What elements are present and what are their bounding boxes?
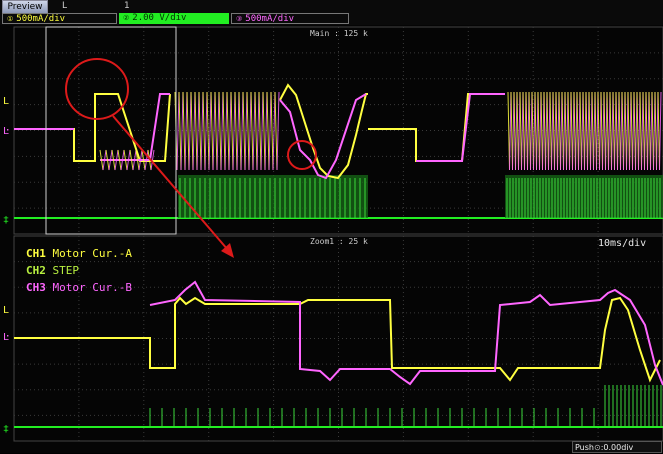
legend-ch1: CH1 Motor Cur.-A	[26, 245, 132, 262]
legend-ch3: CH3 Motor Cur.-B	[26, 279, 132, 296]
burst-stroke	[254, 91, 258, 171]
burst-stroke	[222, 91, 226, 171]
annotation-circle-large	[65, 58, 129, 120]
burst-stroke	[258, 91, 262, 171]
burst-stroke	[274, 91, 278, 171]
burst-stroke	[234, 91, 238, 171]
annotation-circle-small	[287, 140, 317, 170]
burst-stroke	[246, 91, 250, 171]
main-dense-burst-2	[507, 91, 662, 171]
main-ch2-step-trace	[14, 175, 663, 219]
burst-stroke	[270, 91, 274, 171]
legend-ch3-id: CH3	[26, 281, 46, 294]
burst-stroke	[182, 91, 186, 171]
ch1-level-marker: L	[3, 96, 9, 107]
burst-stroke	[194, 91, 198, 171]
legend-ch2: CH2 STEP	[26, 262, 132, 279]
legend-ch2-label: STEP	[52, 264, 80, 277]
legend-ch1-label: Motor Cur.-A	[52, 247, 132, 260]
burst-stroke	[218, 91, 222, 171]
zoom-ch1-trace	[14, 296, 661, 383]
burst-stroke	[230, 91, 234, 171]
burst-stroke	[178, 91, 182, 171]
push-value: :0.00div	[600, 443, 634, 452]
zoom-ch3-trace	[149, 280, 663, 386]
waveform-display: L Ŀ ‡ L Ŀ ‡	[3, 26, 663, 442]
burst-stroke	[226, 91, 230, 171]
burst-stroke	[250, 91, 254, 171]
push-label: Push	[575, 443, 594, 452]
push-knob-icon: ⊙	[594, 443, 601, 452]
legend-ch2-id: CH2	[26, 264, 46, 277]
ch2-zoom-level-marker: ‡	[3, 424, 9, 435]
push-position-readout[interactable]: Push⊙:0.00div	[572, 441, 662, 453]
legend-ch3-label: Motor Cur.-B	[52, 281, 132, 294]
burst-stroke	[198, 91, 202, 171]
main-window-label: Main : 125 k	[310, 29, 368, 38]
burst-stroke	[242, 91, 246, 171]
burst-stroke	[238, 91, 242, 171]
ch3-level-marker: Ŀ	[3, 126, 9, 137]
ch3-zoom-level-marker: Ŀ	[3, 332, 9, 343]
ch1-zoom-level-marker: L	[3, 305, 9, 316]
ch2-level-marker: ‡	[3, 215, 9, 226]
burst-stroke	[210, 91, 214, 171]
burst-stroke	[262, 91, 266, 171]
burst-stroke	[266, 91, 270, 171]
burst-stroke	[214, 91, 218, 171]
burst-stroke	[659, 91, 662, 171]
burst-stroke	[186, 91, 190, 171]
channel-legend: CH1 Motor Cur.-A CH2 STEP CH3 Motor Cur.…	[26, 245, 132, 296]
burst-stroke	[190, 91, 194, 171]
legend-ch1-id: CH1	[26, 247, 46, 260]
oscilloscope-screen: Preview L 1 ① 500mA/div ② 2.00 V/div ③ 500m…	[0, 0, 663, 453]
zoom-window-label: Zoom1 : 25 k	[310, 237, 368, 246]
burst-stroke	[202, 91, 206, 171]
timebase-readout: 10ms/div	[598, 238, 647, 249]
